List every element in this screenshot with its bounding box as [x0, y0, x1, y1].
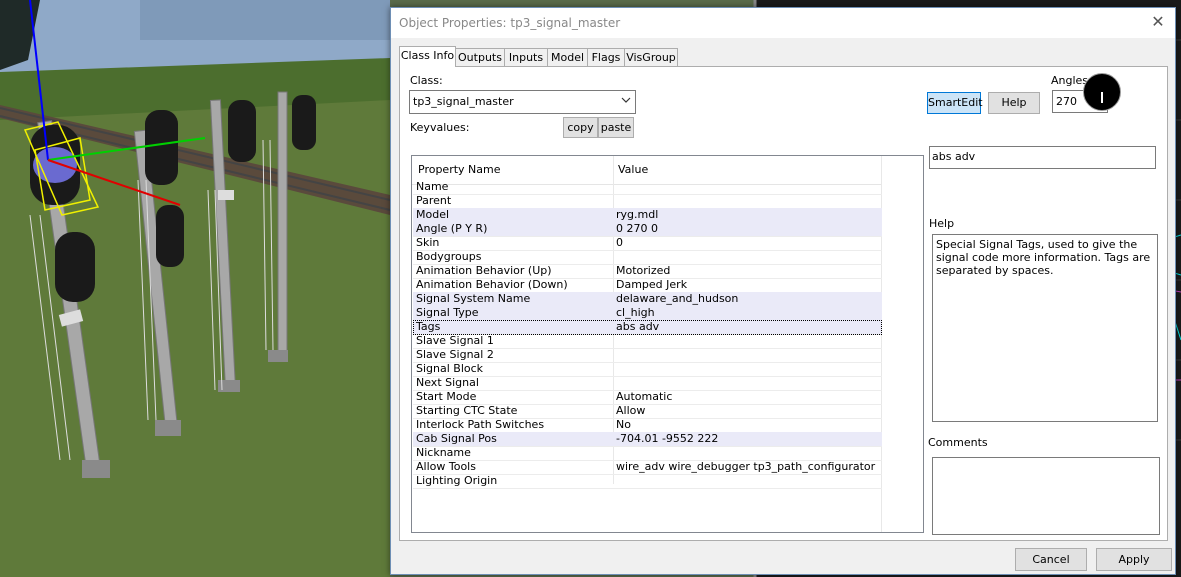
apply-button[interactable]: Apply	[1096, 548, 1172, 571]
property-value: delaware_and_hudson	[616, 292, 739, 305]
property-name: Tags	[416, 320, 441, 333]
table-row[interactable]: Name	[413, 180, 882, 195]
comments-label: Comments	[928, 436, 988, 449]
comments-field[interactable]	[932, 457, 1160, 535]
table-row[interactable]: Cab Signal Pos -704.01 -9552 222	[413, 432, 882, 447]
chevron-down-icon	[621, 97, 631, 103]
close-icon[interactable]: ✕	[1147, 11, 1169, 33]
angles-select-value: 270	[1056, 95, 1077, 108]
property-value: Motorized	[616, 264, 671, 277]
table-row[interactable]: Model ryg.mdl	[413, 208, 882, 223]
property-value: 0	[616, 236, 623, 249]
table-row[interactable]: Lighting Origin	[413, 474, 882, 489]
table-row[interactable]: Allow Tools wire_adv wire_debugger tp3_pa…	[413, 460, 882, 475]
tab-inputs[interactable]: Inputs	[504, 48, 548, 66]
angle-dial-needle	[1101, 92, 1103, 103]
property-value: ryg.mdl	[616, 208, 659, 221]
class-label: Class:	[410, 74, 443, 87]
keyvalues-table[interactable]: Property Name Value Name Parent Model ryg…	[411, 155, 924, 533]
table-row[interactable]: Animation Behavior (Down) Damped Jerk	[413, 278, 882, 293]
title-bar[interactable]: Object Properties: tp3_signal_master ✕	[391, 8, 1175, 38]
tab-flags[interactable]: Flags	[587, 48, 625, 66]
property-name: Cab Signal Pos	[416, 432, 497, 445]
table-row[interactable]: Signal Type cl_high	[413, 306, 882, 321]
property-name: Signal Type	[416, 306, 479, 319]
property-value: wire_adv wire_debugger tp3_path_configur…	[616, 460, 876, 473]
property-value: Automatic	[616, 390, 673, 403]
object-properties-dialog: Object Properties: tp3_signal_master ✕ C…	[390, 7, 1176, 575]
help-text-box: Special Signal Tags, used to give the si…	[932, 234, 1158, 422]
table-row[interactable]: Signal Block	[413, 362, 882, 377]
tab-visgroup[interactable]: VisGroup	[624, 48, 678, 66]
table-row[interactable]: Start Mode Automatic	[413, 390, 882, 405]
table-row[interactable]: Slave Signal 2	[413, 348, 882, 363]
property-name: Next Signal	[416, 376, 479, 389]
col-header-property[interactable]: Property Name	[418, 163, 501, 176]
col-header-value[interactable]: Value	[618, 163, 648, 176]
property-name: Skin	[416, 236, 440, 249]
property-name: Slave Signal 2	[416, 348, 494, 361]
table-row[interactable]: Interlock Path Switches No	[413, 418, 882, 433]
cancel-button[interactable]: Cancel	[1015, 548, 1087, 571]
property-name: Nickname	[416, 446, 471, 459]
property-value: No	[616, 418, 631, 431]
table-row[interactable]: Nickname	[413, 446, 882, 461]
table-row[interactable]: Bodygroups	[413, 250, 882, 265]
property-value: -704.01 -9552 222	[616, 432, 719, 445]
class-select-value: tp3_signal_master	[413, 95, 514, 108]
property-value: 0 270 0	[616, 222, 658, 235]
class-select[interactable]: tp3_signal_master	[409, 90, 636, 114]
help-text: Special Signal Tags, used to give the si…	[936, 238, 1151, 277]
property-name: Lighting Origin	[416, 474, 498, 487]
help-button[interactable]: Help	[988, 92, 1040, 114]
paste-button[interactable]: paste	[598, 117, 634, 138]
tab-outputs[interactable]: Outputs	[455, 48, 505, 66]
tab-class-info[interactable]: Class Info	[399, 46, 456, 67]
property-name: Slave Signal 1	[416, 334, 494, 347]
property-name: Parent	[416, 194, 452, 207]
table-row[interactable]: Signal System Name delaware_and_hudson	[413, 292, 882, 307]
table-row[interactable]: Slave Signal 1	[413, 334, 882, 349]
value-edit-text: abs adv	[932, 150, 976, 163]
property-name: Model	[416, 208, 450, 221]
tab-model[interactable]: Model	[547, 48, 588, 66]
property-value: cl_high	[616, 306, 655, 319]
property-name: Name	[416, 180, 449, 193]
table-row[interactable]: Next Signal	[413, 376, 882, 391]
property-name: Interlock Path Switches	[416, 418, 545, 431]
table-row[interactable]: Skin 0	[413, 236, 882, 251]
smartedit-button[interactable]: SmartEdit	[927, 92, 983, 114]
property-value: Damped Jerk	[616, 278, 688, 291]
value-edit-field[interactable]: abs adv	[929, 146, 1156, 169]
property-name: Animation Behavior (Up)	[416, 264, 552, 277]
property-name: Animation Behavior (Down)	[416, 278, 568, 291]
table-row[interactable]: Starting CTC State Allow	[413, 404, 882, 419]
window-title: Object Properties: tp3_signal_master	[399, 16, 621, 30]
table-row[interactable]: Animation Behavior (Up) Motorized	[413, 264, 882, 279]
property-name: Starting CTC State	[416, 404, 518, 417]
property-name: Bodygroups	[416, 250, 482, 263]
property-name: Angle (P Y R)	[416, 222, 488, 235]
property-value: Allow	[616, 404, 646, 417]
angle-dial[interactable]	[1083, 73, 1121, 111]
property-name: Signal Block	[416, 362, 484, 375]
property-name: Start Mode	[416, 390, 477, 403]
property-name: Signal System Name	[416, 292, 531, 305]
copy-button[interactable]: copy	[563, 117, 598, 138]
table-row-selected[interactable]: Tags abs adv	[413, 320, 882, 335]
table-row[interactable]: Parent	[413, 194, 882, 209]
table-row[interactable]: Angle (P Y R) 0 270 0	[413, 222, 882, 237]
help-label: Help	[929, 217, 955, 230]
property-name: Allow Tools	[416, 460, 476, 473]
property-value: abs adv	[616, 320, 660, 333]
keyvalues-label: Keyvalues:	[410, 121, 470, 134]
